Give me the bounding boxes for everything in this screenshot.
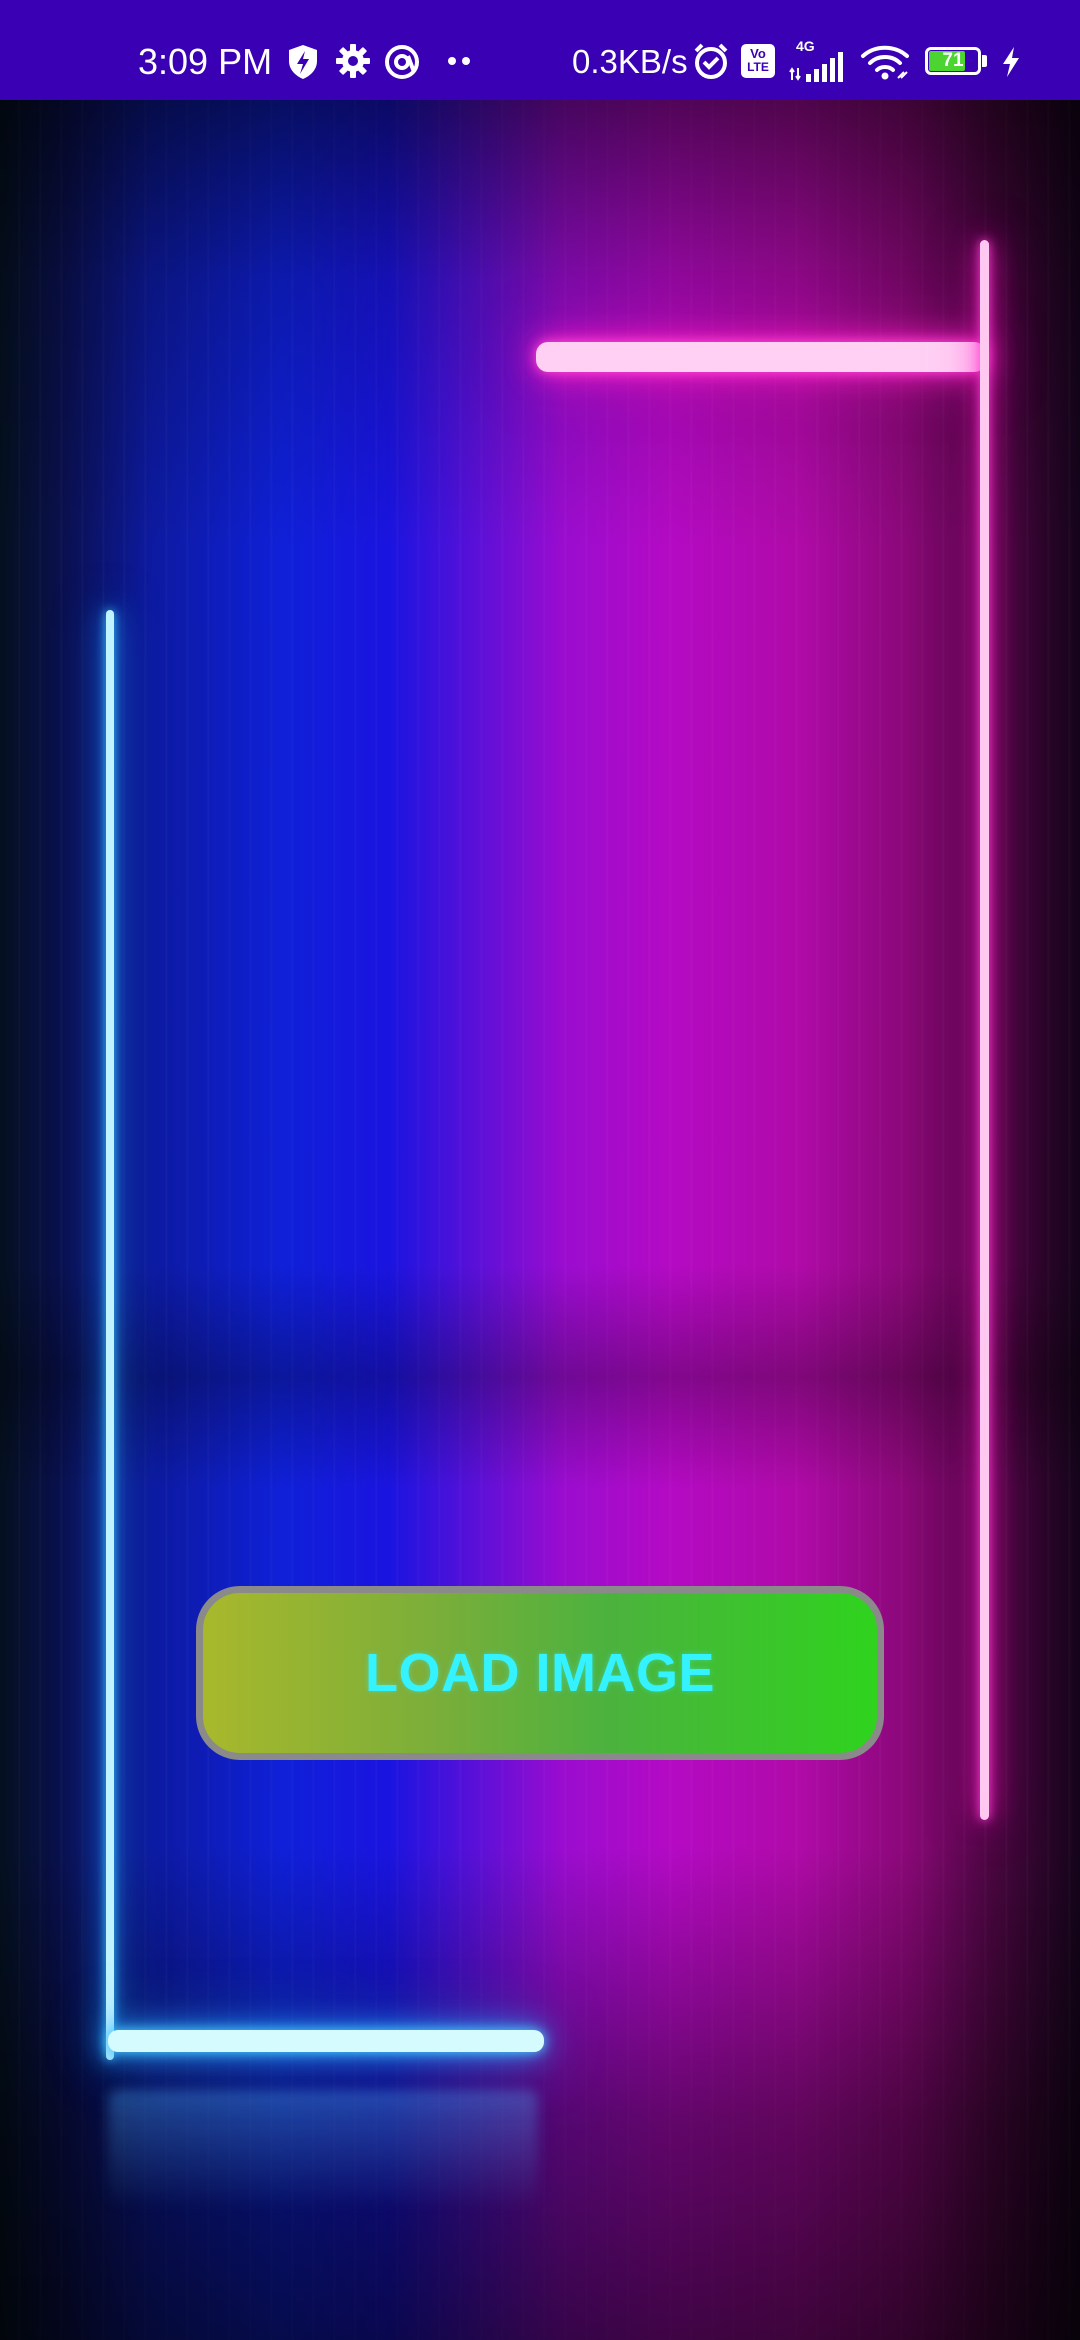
volte-icon: Vo LTE: [741, 44, 775, 78]
volte-label-top: Vo: [750, 46, 766, 61]
battery-level: 71: [942, 50, 964, 71]
neon-line-right-vertical: [980, 240, 989, 1820]
load-image-label: LOAD IMAGE: [365, 1643, 715, 1703]
more-dots-icon: [448, 57, 470, 65]
volte-label-bottom: LTE: [747, 60, 769, 74]
neon-reflection: [108, 2090, 538, 2210]
neon-line-left-vertical: [106, 610, 114, 2060]
neon-line-left-horizontal: [108, 2030, 544, 2052]
status-bar: 3:09 PM 0.3KB/s Vo LTE 4G 71: [0, 0, 1080, 100]
signal-icon: 4G: [788, 38, 848, 82]
battery-icon: 71: [925, 47, 989, 77]
neon-line-right-horizontal: [536, 342, 986, 372]
alarm-icon: [694, 43, 728, 79]
network-speed: 0.3KB/s: [572, 43, 688, 80]
background-shade: [0, 100, 1080, 2340]
shield-bolt-icon: [289, 45, 317, 79]
load-image-button[interactable]: LOAD IMAGE: [196, 1586, 884, 1760]
gear-icon: [336, 44, 370, 78]
wifi-icon: [861, 45, 909, 80]
at-sign-icon: [385, 45, 419, 79]
status-time: 3:09 PM: [138, 41, 273, 82]
app-screen: 3:09 PM 0.3KB/s Vo LTE 4G 71 LOAD IMAGE: [0, 0, 1080, 2340]
charging-bolt-icon: [1003, 47, 1019, 77]
